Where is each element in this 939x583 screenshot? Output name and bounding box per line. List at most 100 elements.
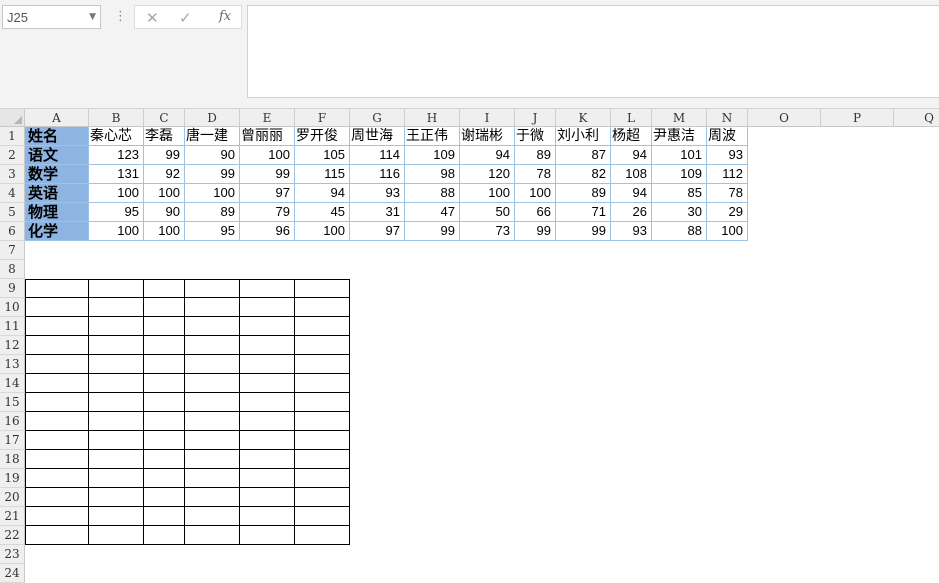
column-header-m[interactable]: M	[652, 109, 707, 127]
cell-score[interactable]: 89	[185, 203, 240, 222]
empty-cell[interactable]	[25, 355, 89, 374]
empty-cell[interactable]	[25, 507, 89, 526]
empty-cell[interactable]	[89, 393, 144, 412]
column-header-c[interactable]: C	[144, 109, 185, 127]
row-header-11[interactable]: 11	[0, 317, 25, 336]
cell-subject[interactable]: 物理	[25, 203, 89, 222]
empty-cell[interactable]	[25, 526, 89, 545]
row-header-23[interactable]: 23	[0, 545, 25, 564]
empty-cell[interactable]	[295, 393, 350, 412]
empty-cell[interactable]	[240, 450, 295, 469]
name-box[interactable]: J25 ▼	[2, 5, 101, 29]
cell-score[interactable]: 100	[460, 184, 515, 203]
empty-cell[interactable]	[295, 317, 350, 336]
cell-score[interactable]: 100	[707, 222, 748, 241]
empty-cell[interactable]	[89, 431, 144, 450]
empty-cell[interactable]	[25, 336, 89, 355]
column-header-l[interactable]: L	[611, 109, 652, 127]
column-header-h[interactable]: H	[405, 109, 460, 127]
cell-score[interactable]: 99	[556, 222, 611, 241]
empty-cell[interactable]	[240, 393, 295, 412]
empty-cell[interactable]	[185, 469, 240, 488]
cell-name[interactable]: 唐一建	[185, 127, 240, 146]
cell-subject[interactable]: 英语	[25, 184, 89, 203]
empty-cell[interactable]	[89, 279, 144, 298]
empty-cell[interactable]	[185, 450, 240, 469]
column-header-k[interactable]: K	[556, 109, 611, 127]
empty-cell[interactable]	[240, 507, 295, 526]
empty-cell[interactable]	[185, 412, 240, 431]
empty-cell[interactable]	[144, 469, 185, 488]
empty-cell[interactable]	[25, 431, 89, 450]
cell-name[interactable]: 曾丽丽	[240, 127, 295, 146]
column-header-d[interactable]: D	[185, 109, 240, 127]
row-header-21[interactable]: 21	[0, 507, 25, 526]
empty-cell[interactable]	[185, 526, 240, 545]
row-header-3[interactable]: 3	[0, 165, 25, 184]
cell-score[interactable]: 88	[652, 222, 707, 241]
insert-function-icon[interactable]: fx	[219, 9, 231, 24]
empty-cell[interactable]	[25, 450, 89, 469]
row-header-12[interactable]: 12	[0, 336, 25, 355]
cell-score[interactable]: 47	[405, 203, 460, 222]
empty-cell[interactable]	[240, 431, 295, 450]
column-header-p[interactable]: P	[821, 109, 894, 127]
empty-cell[interactable]	[240, 374, 295, 393]
row-header-9[interactable]: 9	[0, 279, 25, 298]
empty-cell[interactable]	[144, 374, 185, 393]
row-header-18[interactable]: 18	[0, 450, 25, 469]
empty-cell[interactable]	[295, 450, 350, 469]
cell-score[interactable]: 100	[144, 222, 185, 241]
cell-score[interactable]: 100	[295, 222, 350, 241]
empty-cell[interactable]	[89, 355, 144, 374]
cell-score[interactable]: 92	[144, 165, 185, 184]
empty-cell[interactable]	[295, 431, 350, 450]
cell-name[interactable]: 罗开俊	[295, 127, 350, 146]
cell-score[interactable]: 94	[611, 184, 652, 203]
empty-cell[interactable]	[89, 450, 144, 469]
empty-cell[interactable]	[25, 317, 89, 336]
column-header-j[interactable]: J	[515, 109, 556, 127]
cell-score[interactable]: 95	[185, 222, 240, 241]
empty-cell[interactable]	[240, 355, 295, 374]
cell-score[interactable]: 90	[144, 203, 185, 222]
row-header-10[interactable]: 10	[0, 298, 25, 317]
row-header-8[interactable]: 8	[0, 260, 25, 279]
enter-icon[interactable]: ✓	[179, 9, 192, 27]
cell-score[interactable]: 99	[405, 222, 460, 241]
cell-score[interactable]: 73	[460, 222, 515, 241]
empty-cell[interactable]	[25, 374, 89, 393]
cell-subject[interactable]: 化学	[25, 222, 89, 241]
empty-cell[interactable]	[89, 336, 144, 355]
cell-score[interactable]: 100	[240, 146, 295, 165]
cell-score[interactable]: 98	[405, 165, 460, 184]
cell-score[interactable]: 131	[89, 165, 144, 184]
cell-score[interactable]: 66	[515, 203, 556, 222]
empty-cell[interactable]	[144, 393, 185, 412]
row-header-15[interactable]: 15	[0, 393, 25, 412]
row-header-1[interactable]: 1	[0, 127, 25, 146]
empty-cell[interactable]	[144, 317, 185, 336]
cell-name[interactable]: 尹惠洁	[652, 127, 707, 146]
empty-cell[interactable]	[144, 488, 185, 507]
cell-score[interactable]: 97	[350, 222, 405, 241]
empty-cell[interactable]	[144, 507, 185, 526]
column-header-f[interactable]: F	[295, 109, 350, 127]
empty-cell[interactable]	[240, 279, 295, 298]
cell-score[interactable]: 100	[144, 184, 185, 203]
empty-cell[interactable]	[89, 469, 144, 488]
empty-cell[interactable]	[295, 526, 350, 545]
empty-cell[interactable]	[25, 469, 89, 488]
cell-score[interactable]: 109	[652, 165, 707, 184]
row-header-14[interactable]: 14	[0, 374, 25, 393]
cell-score[interactable]: 100	[185, 184, 240, 203]
cell-name[interactable]: 王正伟	[405, 127, 460, 146]
column-header-i[interactable]: I	[460, 109, 515, 127]
cell-score[interactable]: 89	[515, 146, 556, 165]
empty-cell[interactable]	[295, 412, 350, 431]
empty-cell[interactable]	[144, 526, 185, 545]
cell-score[interactable]: 99	[185, 165, 240, 184]
cell-score[interactable]: 93	[611, 222, 652, 241]
cell-score[interactable]: 112	[707, 165, 748, 184]
more-options-icon[interactable]: ⋮	[114, 9, 127, 24]
